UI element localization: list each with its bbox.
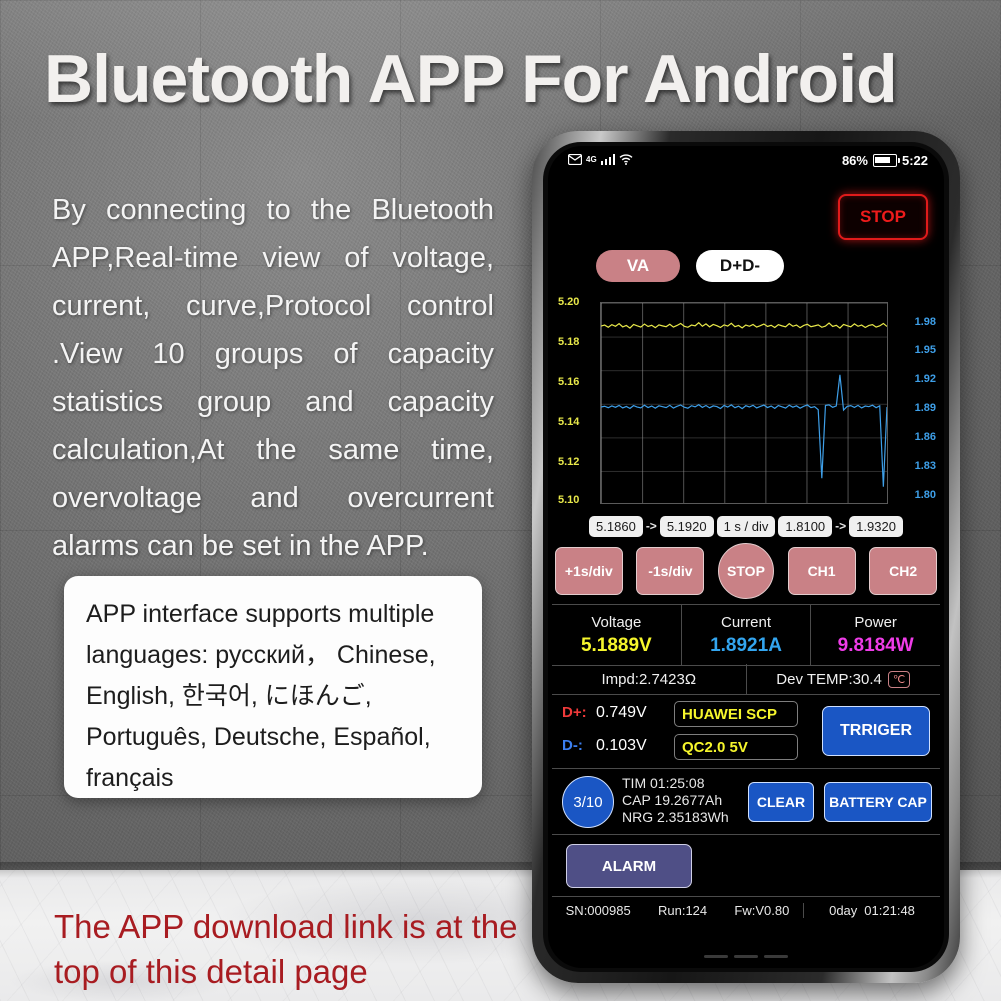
left-tick-2: 5.16 xyxy=(558,376,580,388)
stop-button-scope[interactable]: STOP xyxy=(717,543,774,599)
capacity-panel: 3/10 TIM 01:25:08 CAP 19.2677Ah NRG 2.35… xyxy=(552,768,940,835)
battery-cap-button[interactable]: BATTERY CAP xyxy=(824,782,932,822)
right-tick-0: 1.98 xyxy=(914,316,936,328)
tab-dplus-dminus[interactable]: D+D- xyxy=(696,250,784,282)
scope-chart[interactable]: 5.20 5.18 5.16 5.14 5.12 5.10 1.98 1.95 … xyxy=(548,294,944,512)
left-tick-3: 5.14 xyxy=(558,416,580,428)
firmware-version: Fw:V0.80 xyxy=(734,902,790,918)
impedance-value: Impd:2.7423Ω xyxy=(601,670,697,688)
dev-temp-value: Dev TEMP:30.4 xyxy=(776,670,882,688)
language-support-text: APP interface supports multiple language… xyxy=(86,600,436,792)
current-max-pill[interactable]: 1.9320 xyxy=(849,515,903,537)
dplus-value: 0.749V xyxy=(596,704,647,721)
tab-va[interactable]: VA xyxy=(596,250,680,282)
right-tick-2: 1.92 xyxy=(914,373,936,385)
description-paragraph: By connecting to the Bluetooth APP,Real-… xyxy=(52,194,494,562)
meter-voltage-value: 5.1889V xyxy=(580,634,652,656)
voltage-max-pill[interactable]: 5.1920 xyxy=(659,515,714,537)
serial-number: SN:000985 xyxy=(565,902,631,918)
wifi-icon xyxy=(619,154,633,165)
voltage-trace xyxy=(601,323,887,328)
measurement-panel: Voltage 5.1889V Current 1.8921A Power 9.… xyxy=(552,604,940,666)
device-info-left: SN:000985 Run:124 Fw:V0.80 xyxy=(552,903,803,918)
network-type-label: 4G xyxy=(586,154,597,164)
channel-1-button[interactable]: CH1 xyxy=(787,547,856,595)
page-title: Bluetooth APP For Android xyxy=(44,41,898,117)
right-tick-1: 1.95 xyxy=(914,344,936,356)
protocol-fast-charge-box[interactable]: HUAWEI SCP xyxy=(674,701,798,727)
dminus-value: 0.103V xyxy=(596,737,647,754)
android-nav-hint xyxy=(548,948,944,964)
temperature-cell: Dev TEMP:30.4 ℃ xyxy=(745,664,941,694)
mode-tabs: VA D+D- xyxy=(596,250,784,282)
alarm-button[interactable]: ALARM xyxy=(566,844,692,888)
status-right-info: 86% 5:22 xyxy=(842,153,928,168)
meter-current-label: Current xyxy=(720,613,772,631)
impedance-temperature-row: Impd:2.7423Ω Dev TEMP:30.4 ℃ xyxy=(552,664,940,695)
stop-button-top[interactable]: STOP xyxy=(838,194,928,240)
left-tick-1: 5.18 xyxy=(558,336,580,348)
current-trace xyxy=(601,375,887,487)
uptime-days: 0day xyxy=(829,902,858,918)
mail-icon xyxy=(568,154,582,165)
increase-timebase-button[interactable]: +1s/div xyxy=(554,547,623,595)
run-count: Run:124 xyxy=(657,902,708,918)
chart-traces xyxy=(601,303,887,504)
right-tick-4: 1.86 xyxy=(914,431,936,443)
right-tick-6: 1.80 xyxy=(914,489,936,501)
capacity-ah: CAP 19.2677Ah xyxy=(622,792,723,808)
left-tick-5: 5.10 xyxy=(558,494,580,506)
right-tick-3: 1.89 xyxy=(914,402,936,414)
left-tick-0: 5.20 xyxy=(558,296,580,308)
meter-current-value: 1.8921A xyxy=(710,634,782,656)
phone-bezel-inner: 4G 86% 5:22 STOP VA D+D- 5.20 5.18 5.16 … xyxy=(543,142,949,972)
alarm-panel: ALARM xyxy=(552,834,940,896)
meter-current: Current 1.8921A xyxy=(680,605,811,665)
meter-power-label: Power xyxy=(854,613,897,631)
device-info-right: 0day 01:21:48 xyxy=(803,902,940,918)
celsius-unit-badge[interactable]: ℃ xyxy=(887,670,911,688)
voltage-min-pill[interactable]: 5.1860 xyxy=(589,515,643,537)
clear-button[interactable]: CLEAR xyxy=(748,782,814,822)
protocol-panel: D+: 0.749V D-: 0.103V HUAWEI SCP QC2.0 5… xyxy=(552,694,940,769)
meter-voltage-label: Voltage xyxy=(591,613,642,631)
android-status-bar: 4G 86% 5:22 xyxy=(548,152,944,174)
arrow-icon-1: -> xyxy=(645,519,657,533)
left-tick-4: 5.12 xyxy=(558,456,580,468)
trigger-button[interactable]: TRRIGER xyxy=(822,706,930,756)
battery-percent-label: 86% xyxy=(841,153,868,168)
capacity-readouts: TIM 01:25:08 CAP 19.2677Ah NRG 2.35183Wh xyxy=(622,775,729,826)
clock-label: 5:22 xyxy=(901,153,928,168)
capacity-time: TIM 01:25:08 xyxy=(622,775,705,791)
dminus-label: D-: xyxy=(562,737,583,754)
arrow-icon-2: -> xyxy=(835,519,847,533)
impedance-cell: Impd:2.7423Ω xyxy=(552,664,746,694)
uptime-clock: 01:21:48 xyxy=(864,902,915,918)
status-left-icons: 4G xyxy=(568,154,633,165)
meter-power-value: 9.8184W xyxy=(837,634,914,656)
phone-screen: 4G 86% 5:22 STOP VA D+D- 5.20 5.18 5.16 … xyxy=(548,146,944,968)
meter-voltage: Voltage 5.1889V xyxy=(552,605,681,665)
right-tick-5: 1.83 xyxy=(914,460,936,472)
decrease-timebase-button[interactable]: -1s/div xyxy=(636,547,705,595)
chart-plot-area xyxy=(600,302,888,504)
current-min-pill[interactable]: 1.8100 xyxy=(778,515,833,537)
capacity-group-selector[interactable]: 3/10 xyxy=(562,776,614,828)
meter-power: Power 9.8184W xyxy=(810,605,940,665)
battery-icon xyxy=(872,154,900,167)
phone-mockup: 4G 86% 5:22 STOP VA D+D- 5.20 5.18 5.16 … xyxy=(532,131,960,983)
download-link-note: The APP download link is at the top of t… xyxy=(54,908,518,990)
language-support-card: APP interface supports multiple language… xyxy=(64,576,482,798)
scope-control-buttons: +1s/div -1s/div STOP CH1 CH2 xyxy=(548,542,944,600)
capacity-wh: NRG 2.35183Wh xyxy=(622,809,729,825)
protocol-qc-box[interactable]: QC2.0 5V xyxy=(674,734,798,760)
timebase-pill[interactable]: 1 s / div xyxy=(716,515,776,537)
device-info-footer: SN:000985 Run:124 Fw:V0.80 0day 01:21:48 xyxy=(552,896,940,923)
signal-bars-icon xyxy=(600,154,616,165)
range-readout-row: 5.1860 -> 5.1920 1 s / div 1.8100 -> 1.9… xyxy=(548,512,944,540)
channel-2-button[interactable]: CH2 xyxy=(869,547,938,595)
dplus-label: D+: xyxy=(562,704,587,721)
